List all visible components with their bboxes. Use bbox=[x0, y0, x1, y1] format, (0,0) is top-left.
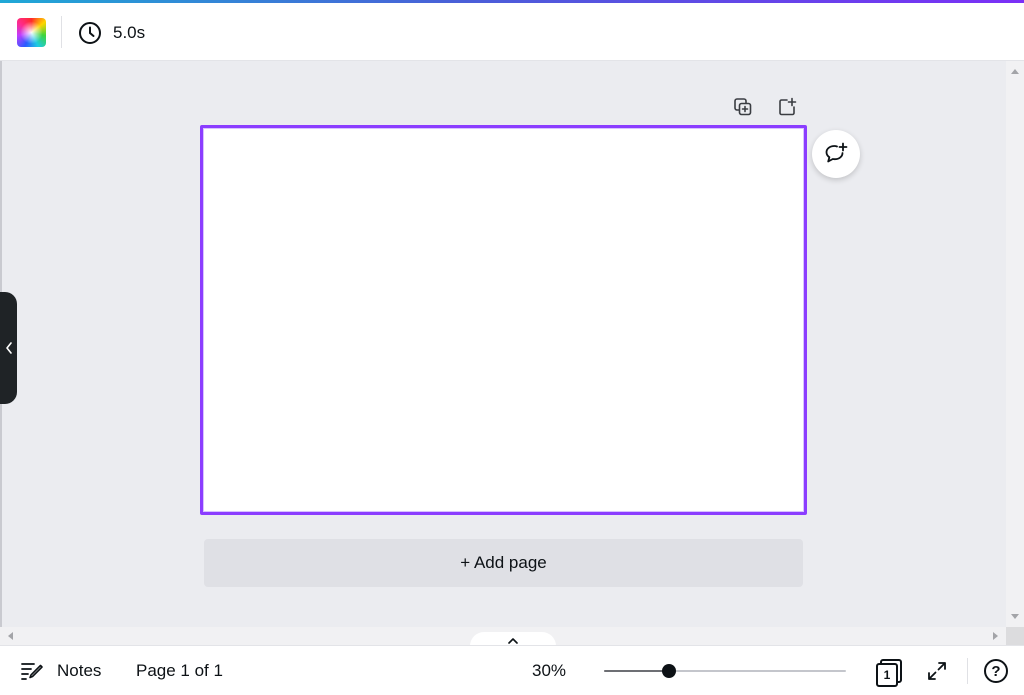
scroll-left-arrow-icon[interactable] bbox=[8, 632, 13, 640]
zoom-slider-thumb[interactable] bbox=[662, 664, 676, 678]
help-button[interactable]: ? bbox=[984, 659, 1008, 683]
add-page-button-small[interactable] bbox=[776, 96, 798, 118]
pages-count: 1 bbox=[876, 663, 898, 687]
duration-button[interactable]: 5.0s bbox=[78, 20, 145, 46]
help-icon: ? bbox=[991, 662, 1001, 680]
clock-icon bbox=[79, 22, 101, 44]
grid-view-button[interactable]: 1 bbox=[874, 657, 904, 687]
scroll-right-arrow-icon[interactable] bbox=[993, 632, 998, 640]
scroll-down-arrow-icon[interactable] bbox=[1011, 614, 1019, 619]
chevron-up-icon bbox=[508, 638, 518, 644]
top-toolbar: 5.0s bbox=[0, 3, 1024, 61]
design-page[interactable] bbox=[200, 125, 807, 515]
zoom-slider-fill bbox=[604, 670, 669, 672]
page-indicator[interactable]: Page 1 of 1 bbox=[136, 661, 223, 681]
fullscreen-icon bbox=[928, 662, 946, 680]
toolbar-divider bbox=[61, 16, 62, 48]
zoom-percentage[interactable]: 30% bbox=[532, 661, 566, 681]
notes-button[interactable]: Notes bbox=[20, 659, 101, 683]
footer-divider bbox=[967, 658, 968, 684]
zoom-slider[interactable] bbox=[604, 663, 846, 679]
fullscreen-button[interactable] bbox=[926, 660, 948, 682]
chevron-left-icon bbox=[5, 342, 12, 354]
vertical-scrollbar[interactable] bbox=[1006, 61, 1024, 627]
notes-icon bbox=[21, 663, 43, 680]
scrollbar-corner bbox=[1006, 627, 1024, 645]
add-comment-button[interactable] bbox=[812, 130, 860, 178]
color-picker-swatch[interactable] bbox=[17, 18, 46, 47]
bottom-bar: Notes Page 1 of 1 30% 1 ? bbox=[0, 645, 1024, 695]
side-panel-toggle[interactable] bbox=[0, 292, 17, 404]
scroll-up-arrow-icon[interactable] bbox=[1011, 69, 1019, 74]
duplicate-page-button[interactable] bbox=[732, 96, 754, 118]
notes-label: Notes bbox=[57, 661, 102, 680]
duration-value: 5.0s bbox=[113, 23, 146, 42]
add-page-button[interactable]: + Add page bbox=[204, 539, 803, 587]
duplicate-page-icon bbox=[734, 98, 752, 116]
add-comment-icon bbox=[825, 142, 848, 163]
add-page-icon bbox=[779, 97, 797, 116]
page-actions bbox=[732, 96, 798, 118]
